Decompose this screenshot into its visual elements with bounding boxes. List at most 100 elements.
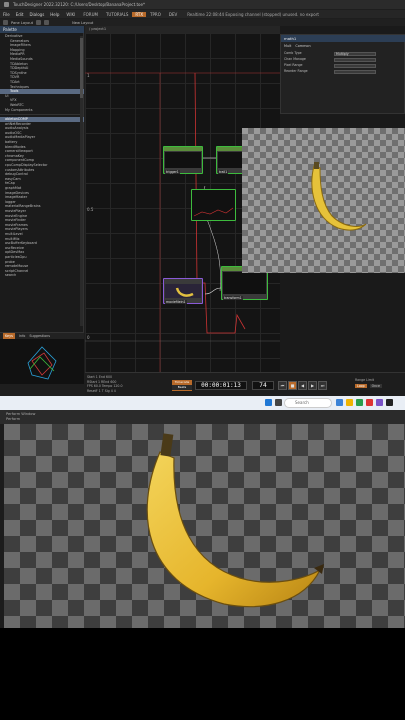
tab-suggestions[interactable]: Suggestions [29,333,50,339]
transport-bar: Start 1 End 600 RStart 1 REnd 600 FPS 60… [85,372,405,396]
window-title: TouchDesigner 2022.32120: C:/Users/Deskt… [13,2,145,7]
split-vertical-icon[interactable] [44,20,50,25]
menu-file[interactable]: File [0,12,13,17]
palette-divider [0,114,84,116]
menu-dialogs[interactable]: Dialogs [26,12,47,17]
tab-keys[interactable]: Keys [3,333,15,339]
pane-layout-label[interactable]: Pane Layout [11,21,33,25]
node-transform1-preview [223,272,266,294]
rewind-button[interactable]: ⏮ [278,381,287,390]
app-icon[interactable] [376,399,383,406]
split-icon[interactable] [36,20,42,25]
range-loop-option[interactable]: Loop [355,384,367,388]
param-chan-manage-label: Chan Manage [284,57,306,61]
tab-info[interactable]: Info [19,333,25,339]
search-icon[interactable] [275,399,282,406]
parameter-tabs: Mult Common [281,43,405,49]
param-comb-type: Comb Type Multiply [284,51,402,56]
range-options: Loop Once [355,384,382,388]
timecode-mode-button[interactable]: Timecode Beats [172,380,192,391]
param-pixel-range-label: Pixel Range [284,63,303,67]
play-button[interactable]: ▶ [308,381,317,390]
param-reorder-range-label: Reorder Range [284,69,308,73]
file-explorer-icon[interactable] [346,399,353,406]
node-graph-viewer[interactable] [191,189,236,221]
palette-component[interactable]: search [0,273,84,278]
touchdesigner-icon[interactable] [386,399,393,406]
toolbar: Pane Layout New Layout [0,19,405,26]
output-canvas[interactable] [4,424,405,640]
param-chan-manage-value[interactable] [334,57,376,62]
geometry-preview-image [27,346,57,380]
param-pixel-range-value[interactable] [334,63,376,68]
title-bar: TouchDesigner 2022.32120: C:/Users/Deskt… [0,0,405,9]
step-back-button[interactable]: ◀ [298,381,307,390]
texture-viewer[interactable] [242,128,405,273]
param-reorder-range: Reorder Range [284,69,402,74]
touchdesigner-window: TouchDesigner 2022.32120: C:/Users/Deskt… [0,0,405,396]
parameter-panel-title: math1 [281,35,405,42]
tab-common[interactable]: Common [295,43,310,49]
bottom-letterbox [0,628,405,720]
edge-browser-icon[interactable] [356,399,363,406]
info-line: ResetF 1 T Sig 4 4 [87,388,116,393]
step-forward-button[interactable]: ⏭ [318,381,327,390]
node-moviefilein1[interactable]: moviefilein1 [163,278,203,304]
palette-list: Derivative Generators ImageFilters Mapping M… [0,34,84,278]
timeline-info: Start 1 End 600 RStart 1 REnd 600 FPS 60… [87,375,167,395]
menu-help[interactable]: Help [47,12,62,17]
tab-tutorials[interactable]: TUTORIALS [102,12,132,17]
tab-wiki[interactable]: WIKI [62,12,79,17]
node-trail1-label: trail1 [218,170,229,174]
banana-image [311,162,367,231]
palette-title: Palette [0,26,84,33]
node-trigger1-preview [165,152,201,168]
banana-render [146,433,324,608]
node-trigger1[interactable]: trigger1 [163,146,203,174]
banana-thumbnail-icon [175,287,194,297]
new-layout-button[interactable]: New Layout [72,21,93,25]
preview-tabs: Keys Info Suggestions [0,333,84,339]
param-comb-type-value[interactable]: Multiply [334,51,376,56]
node-moviefilein1-label: moviefilein1 [165,300,187,304]
stop-button[interactable]: ■ [288,381,297,390]
param-chan-manage: Chan Manage [284,57,402,62]
palette-panel: Palette Derivative Generators ImageFilters… [0,26,84,332]
tab-forum[interactable]: FORUM [79,12,102,17]
node-trigger1-label: trigger1 [165,170,180,174]
frame-field[interactable]: 74 [252,381,274,390]
pane-icon[interactable] [3,20,8,25]
preview-panel: Keys Info Suggestions [0,332,84,384]
perform-window-titlebar: Perform Window Perform [0,410,405,424]
perform-window-subtitle: Perform [6,417,21,421]
node-transform1-label: transform1 [223,296,243,300]
range-limit-label: Range Limit [355,378,375,382]
app-icon [4,2,9,7]
palette-scroll-thumb[interactable] [80,38,83,98]
param-comb-type-label: Comb Type [284,51,302,55]
param-pixel-range: Pixel Range [284,63,402,68]
palette-folder[interactable]: My Components [0,108,84,113]
trail-graph-icon [193,207,234,217]
right-pane: math1 Mult Common Comb Type Multiply Cha… [242,26,405,372]
tab-tpro[interactable]: TPRO [146,12,165,17]
timecode-display[interactable]: 00:00:01:13 [195,381,247,390]
task-view-icon[interactable] [336,399,343,406]
taskbar-search-input[interactable]: Search [284,398,332,408]
tab-dev[interactable]: DEV [165,12,181,17]
perform-window: Perform Window Perform [0,410,405,720]
screen: TouchDesigner 2022.32120: C:/Users/Deskt… [0,0,405,720]
menu-edit[interactable]: Edit [13,12,27,17]
beats-mode-label: Beats [172,385,192,390]
range-once-option[interactable]: Once [369,384,382,388]
windows-start-icon[interactable] [265,399,272,406]
windows-taskbar: Search [0,396,405,410]
parameter-panel: math1 Mult Common Comb Type Multiply Cha… [280,34,405,114]
node-moviefilein1-preview [165,284,201,298]
tab-mult[interactable]: Mult [284,43,291,49]
menu-bar: File Edit Dialogs Help WIKI FORUM TUTORI… [0,10,405,18]
tab-rtx[interactable]: RTX [132,11,147,17]
param-reorder-range-value[interactable] [334,69,376,74]
chrome-icon[interactable] [366,399,373,406]
status-text: Realtime 22:08:44 Exposing channel (stop… [187,11,319,17]
